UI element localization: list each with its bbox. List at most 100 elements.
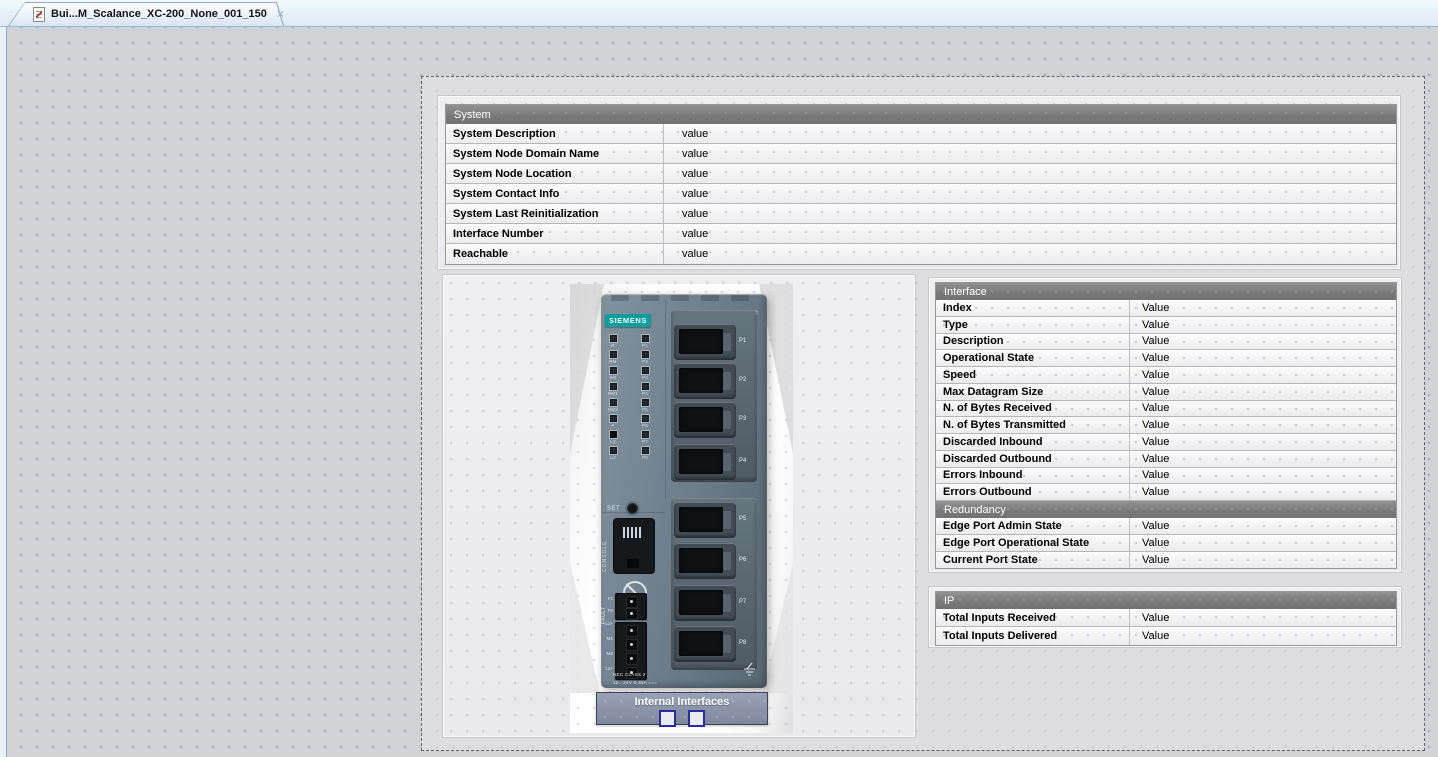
row-value: Value: [1130, 300, 1169, 316]
port-label-p8: P8: [739, 640, 746, 646]
led-indicator: [609, 398, 618, 407]
row-value: value: [664, 184, 708, 203]
table-row: Current Port StateValue: [936, 552, 1396, 569]
terminal-pin: [626, 625, 638, 637]
port-opening: [679, 631, 723, 656]
table-row: N. of Bytes TransmittedValue: [936, 417, 1396, 434]
led-label: F: [604, 423, 622, 429]
terminal-label-f2: F2: [601, 608, 613, 613]
faceplate-selection[interactable]: SystemSystem DescriptionvalueSystem Node…: [421, 76, 1425, 751]
terminal-label-l2p: L2+: [601, 666, 613, 671]
table-row: Max Datagram SizeValue: [936, 384, 1396, 401]
row-value: Value: [1130, 484, 1169, 500]
led-indicator: [609, 366, 618, 375]
row-value: Value: [1130, 384, 1169, 400]
tab-close-icon[interactable]: ×: [277, 9, 284, 19]
led-label: RM: [604, 359, 622, 365]
tab-title: Bui...M_Scalance_XC-200_None_001_150: [51, 8, 267, 20]
led-indicator: [609, 350, 618, 359]
mounting-notch: [671, 295, 689, 301]
table-row: Errors OutboundValue: [936, 484, 1396, 501]
internal-interface-ports: [597, 710, 767, 727]
port-label-p7: P7: [739, 599, 746, 605]
row-label: System Node Location: [446, 164, 664, 183]
row-label: Current Port State: [936, 552, 1130, 569]
table-row: Edge Port Operational StateValue: [936, 535, 1396, 552]
led-indicator: [641, 430, 650, 439]
table-row: Discarded OutboundValue: [936, 451, 1396, 468]
row-label: Total Inputs Delivered: [936, 627, 1130, 645]
led-indicator: [641, 334, 650, 343]
led-label: P7: [636, 439, 654, 445]
row-label: Discarded Outbound: [936, 451, 1130, 467]
interface-panel: InterfaceIndexValueTypeValueDescriptionV…: [928, 277, 1402, 573]
row-value: Value: [1130, 518, 1169, 534]
row-value: Value: [1130, 434, 1169, 450]
terminal-pin: [626, 639, 638, 651]
led-f: F: [604, 414, 622, 429]
led-p2: P2: [636, 350, 654, 365]
rating-text-2: 12...24V 0.35A ===: [613, 680, 657, 685]
led-label: P3: [636, 375, 654, 381]
mounting-notch: [611, 295, 629, 301]
row-value: value: [664, 124, 708, 143]
table-row: System Node Domain Namevalue: [446, 144, 1396, 164]
led-label: SB: [604, 375, 622, 381]
table-row: SpeedValue: [936, 367, 1396, 384]
led-label: P2: [636, 359, 654, 365]
row-value: Value: [1130, 468, 1169, 484]
row-label: N. of Bytes Transmitted: [936, 417, 1130, 433]
row-label: System Last Reinitialization: [446, 204, 664, 223]
port-clip: [723, 411, 731, 429]
row-label: Index: [936, 300, 1130, 316]
row-label: Errors Outbound: [936, 484, 1130, 500]
row-label: System Node Domain Name: [446, 144, 664, 163]
port-label-p4: P4: [739, 458, 746, 464]
row-label: Reachable: [446, 244, 664, 264]
internal-interface-port-2[interactable]: [688, 710, 705, 727]
row-value: Value: [1130, 401, 1169, 417]
led-p5: P5: [636, 398, 654, 413]
row-value: Value: [1130, 535, 1169, 551]
port-clip: [723, 635, 731, 653]
port-opening: [679, 449, 723, 474]
port-label-p2: P2: [739, 377, 746, 383]
internal-interface-port-1[interactable]: [659, 710, 676, 727]
table-row: System Last Reinitializationvalue: [446, 204, 1396, 224]
row-label: Operational State: [936, 350, 1130, 366]
led-sb: SB: [604, 366, 622, 381]
table-row: Discarded InboundValue: [936, 434, 1396, 451]
internal-interfaces-bar: Internal Interfaces: [596, 692, 768, 725]
mounting-notch: [701, 295, 719, 301]
row-label: Type: [936, 317, 1130, 333]
tab-bar: Bui...M_Scalance_XC-200_None_001_150 ×: [0, 0, 1438, 27]
port-opening: [679, 407, 723, 432]
table-row: Total Inputs DeliveredValue: [936, 627, 1396, 645]
editor-tab[interactable]: Bui...M_Scalance_XC-200_None_001_150 ×: [8, 2, 284, 26]
led-indicator: [641, 398, 650, 407]
editor-canvas[interactable]: SystemSystem DescriptionvalueSystem Node…: [6, 26, 1438, 757]
port-opening: [679, 590, 723, 615]
table-row: System Descriptionvalue: [446, 124, 1396, 144]
table-row: Total Inputs ReceivedValue: [936, 609, 1396, 627]
led-label: DM1: [604, 391, 622, 397]
row-label: Total Inputs Received: [936, 609, 1130, 626]
led-label: P1: [636, 343, 654, 349]
led-p3: P3: [636, 366, 654, 381]
row-label: Interface Number: [446, 224, 664, 243]
port-block-1: P1P2P3P4: [671, 310, 757, 482]
row-value: Value: [1130, 451, 1169, 467]
led-indicator: [609, 446, 618, 455]
ethernet-port-p1: [674, 324, 736, 360]
led-label: P6: [636, 423, 654, 429]
siemens-logo: SIEMENS: [605, 314, 651, 327]
led-p8: P8: [636, 446, 654, 461]
table-header-ip: IP: [936, 592, 1396, 609]
row-label: Errors Inbound: [936, 468, 1130, 484]
led-label: P5: [636, 407, 654, 413]
led-l2: L2: [604, 446, 622, 461]
led-indicator: [641, 350, 650, 359]
led-indicator: [641, 414, 650, 423]
port-clip: [723, 372, 731, 390]
row-value: Value: [1130, 367, 1169, 383]
